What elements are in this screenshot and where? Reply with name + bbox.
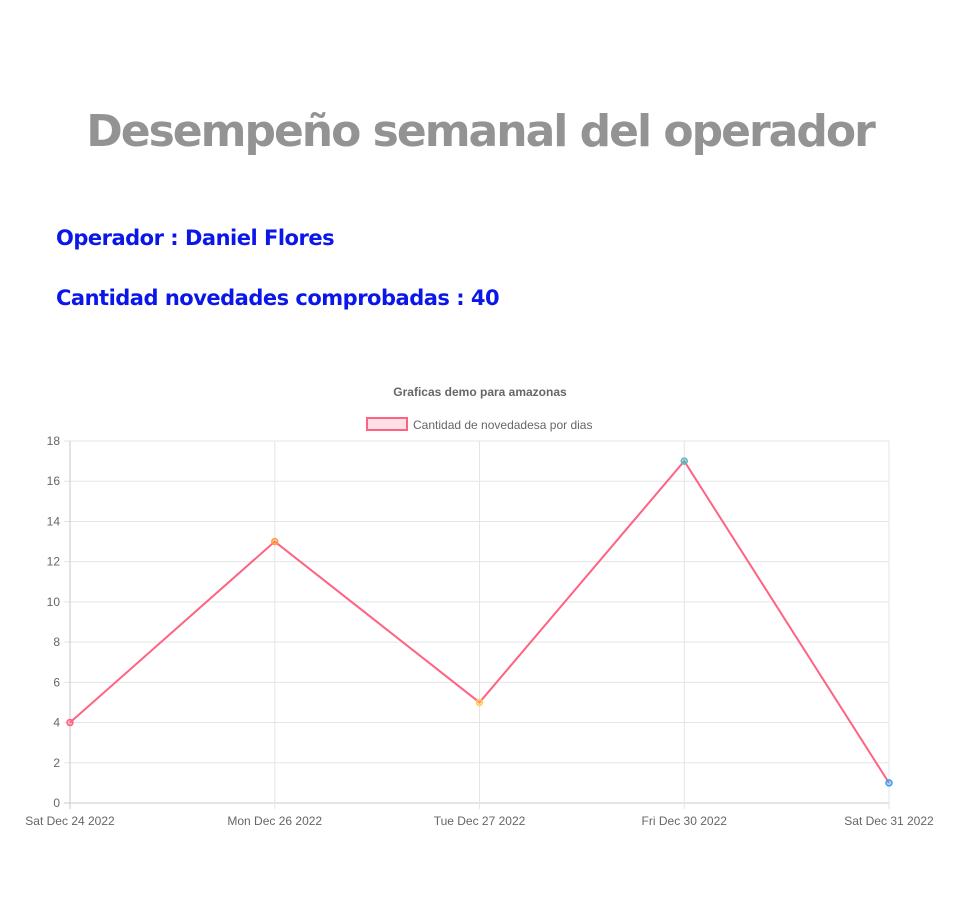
data-point[interactable] bbox=[271, 537, 279, 546]
chart-legend[interactable]: Cantidad de novedadesa por dias bbox=[366, 417, 592, 432]
y-tick-label: 16 bbox=[47, 474, 61, 488]
x-tick-label: Mon Dec 26 2022 bbox=[227, 814, 322, 828]
operator-name: Operador : Daniel Flores bbox=[56, 226, 335, 250]
line-chart: Graficas demo para amazonas Cantidad de … bbox=[25, 385, 934, 828]
page-title: Desempeño semanal del operador bbox=[86, 106, 876, 157]
y-tick-label: 14 bbox=[47, 514, 61, 528]
y-tick-label: 18 bbox=[47, 434, 61, 448]
chart-title: Graficas demo para amazonas bbox=[393, 385, 567, 399]
x-tick-label: Tue Dec 27 2022 bbox=[434, 814, 526, 828]
y-tick-label: 10 bbox=[47, 595, 61, 609]
data-point[interactable] bbox=[66, 718, 74, 727]
y-tick-label: 8 bbox=[53, 635, 60, 649]
legend-label: Cantidad de novedadesa por dias bbox=[413, 418, 592, 432]
data-point[interactable] bbox=[475, 698, 484, 707]
x-tick-label: Sat Dec 31 2022 bbox=[844, 814, 934, 828]
chart-grid bbox=[64, 440, 890, 809]
verified-count: Cantidad novedades comprobadas : 40 bbox=[56, 286, 500, 310]
x-tick-label: Fri Dec 30 2022 bbox=[642, 814, 728, 828]
data-point[interactable] bbox=[680, 457, 688, 465]
y-tick-label: 0 bbox=[53, 796, 60, 810]
x-tick-label: Sat Dec 24 2022 bbox=[25, 814, 115, 828]
legend-swatch bbox=[366, 417, 408, 431]
y-tick-label: 4 bbox=[53, 716, 60, 730]
y-tick-label: 12 bbox=[47, 555, 61, 569]
data-point[interactable] bbox=[885, 779, 893, 787]
y-tick-label: 6 bbox=[53, 675, 60, 689]
y-tick-label: 2 bbox=[53, 756, 60, 770]
